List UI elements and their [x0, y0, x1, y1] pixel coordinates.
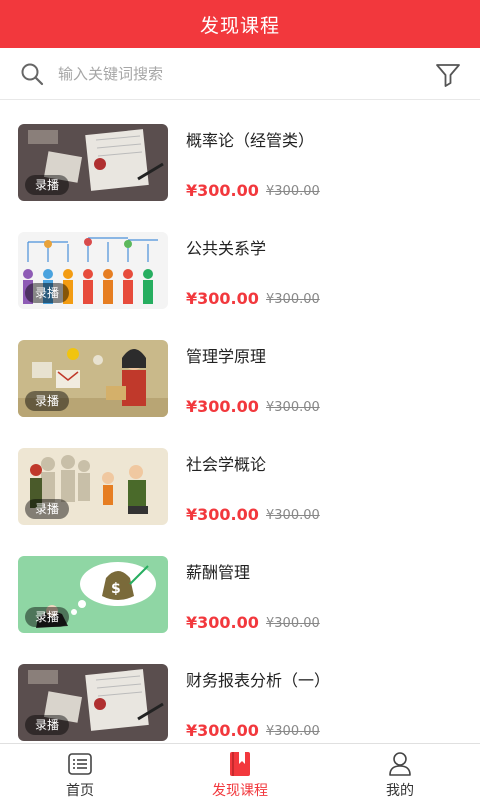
course-item[interactable]: 录播 公共关系学 ¥300.00 ¥300.00: [0, 209, 480, 317]
user-icon: [389, 752, 411, 776]
recorded-badge: 录播: [25, 283, 70, 303]
page-title: 发现课程: [199, 14, 280, 37]
search-icon[interactable]: [20, 62, 44, 86]
course-list: 录播 概率论（经管类） ¥300.00 ¥300.00 录播 公共关系学 ¥30…: [0, 101, 480, 743]
tab-label: 我的: [386, 783, 414, 799]
course-original-price: ¥300.00: [266, 724, 320, 739]
tab-home[interactable]: 首页: [0, 744, 160, 800]
course-title: 薪酬管理: [186, 563, 251, 582]
recorded-badge: 录播: [25, 391, 70, 411]
course-item[interactable]: 录播 财务报表分析（一） ¥300.00 ¥300.00: [0, 641, 480, 743]
course-title: 财务报表分析（一）: [186, 671, 331, 690]
course-title: 公共关系学: [186, 239, 267, 258]
tab-label: 发现课程: [212, 783, 268, 799]
recorded-badge: 录播: [25, 499, 70, 519]
course-price: ¥300.00: [186, 181, 259, 200]
bookmark-book-icon: [230, 752, 250, 776]
title-bar: 发现课程: [0, 0, 480, 48]
course-title: 管理学原理: [186, 347, 267, 366]
list-icon: [68, 753, 92, 775]
course-original-price: ¥300.00: [266, 616, 320, 631]
course-price: ¥300.00: [186, 613, 259, 632]
course-original-price: ¥300.00: [266, 508, 320, 523]
search-input[interactable]: [58, 60, 418, 88]
course-thumbnail: 录播: [18, 664, 168, 741]
course-price: ¥300.00: [186, 397, 259, 416]
course-title: 概率论（经管类）: [186, 131, 315, 150]
course-original-price: ¥300.00: [266, 400, 320, 415]
course-thumbnail: 录播: [18, 448, 168, 525]
course-title: 社会学概论: [186, 455, 267, 474]
bottom-tab-bar: 首页 发现课程 我的: [0, 743, 480, 800]
course-thumbnail: 录播: [18, 340, 168, 417]
course-item[interactable]: 录播 管理学原理 ¥300.00 ¥300.00: [0, 317, 480, 425]
filter-icon[interactable]: [435, 62, 461, 88]
svg-text:$: $: [111, 581, 121, 597]
course-price: ¥300.00: [186, 505, 259, 524]
course-item[interactable]: 录播 概率论（经管类） ¥300.00 ¥300.00: [0, 101, 480, 209]
recorded-badge: 录播: [25, 607, 70, 627]
course-thumbnail: 录播: [18, 124, 168, 201]
course-price: ¥300.00: [186, 289, 259, 308]
tab-discover-courses[interactable]: 发现课程: [160, 744, 320, 800]
search-bar: [0, 48, 480, 100]
recorded-badge: 录播: [25, 175, 70, 195]
course-original-price: ¥300.00: [266, 184, 320, 199]
course-thumbnail: $ 录播: [18, 556, 168, 633]
course-item[interactable]: 录播 社会学概论 ¥300.00 ¥300.00: [0, 425, 480, 533]
course-original-price: ¥300.00: [266, 292, 320, 307]
tab-mine[interactable]: 我的: [320, 744, 480, 800]
course-item[interactable]: $ 录播 薪酬管理 ¥300.00 ¥300.00: [0, 533, 480, 641]
course-price: ¥300.00: [186, 721, 259, 740]
tab-label: 首页: [66, 783, 94, 799]
recorded-badge: 录播: [25, 715, 70, 735]
course-thumbnail: 录播: [18, 232, 168, 309]
